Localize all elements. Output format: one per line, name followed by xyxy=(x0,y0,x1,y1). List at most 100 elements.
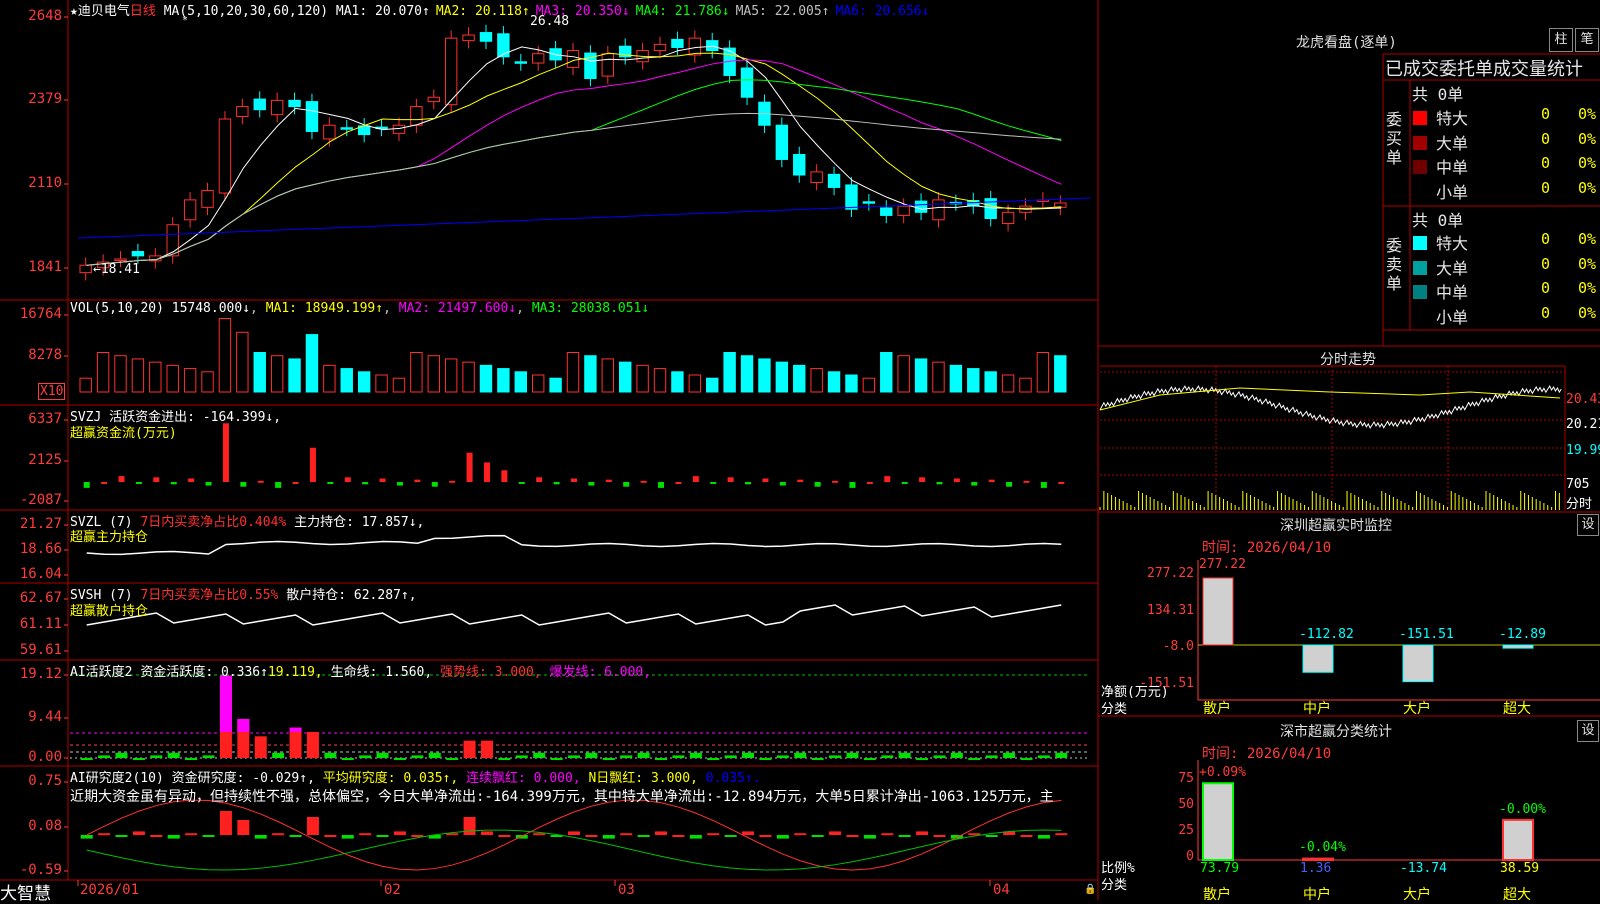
candle xyxy=(270,99,284,116)
sz-value: 277.22 xyxy=(1199,557,1246,572)
ma-line xyxy=(86,79,1062,266)
period-label[interactable]: 日线 xyxy=(130,4,156,19)
flow-bar xyxy=(275,482,282,488)
flow-bar xyxy=(953,478,960,482)
vol-bar xyxy=(914,358,928,393)
star-icon[interactable]: ★ xyxy=(70,4,78,19)
candle xyxy=(653,43,667,52)
ma-value-2: MA2: 20.118↑ xyxy=(435,4,530,19)
vol-bar xyxy=(636,364,649,393)
cls-category: 中户 xyxy=(1303,887,1331,903)
vol-bar xyxy=(514,371,527,393)
sz-settings-button[interactable]: 设 xyxy=(1577,514,1599,536)
ytick: 16.04 xyxy=(19,566,62,582)
cls-ytick: 75 xyxy=(1178,771,1194,786)
candle xyxy=(845,184,858,210)
ytick: 61.11 xyxy=(19,616,62,632)
activity-bar xyxy=(167,752,180,758)
candle xyxy=(305,101,319,132)
flow-bar xyxy=(170,482,177,485)
activity-bar xyxy=(132,758,145,760)
vol-bar xyxy=(375,374,388,393)
research-bar xyxy=(568,831,580,835)
flow-bar xyxy=(675,482,682,484)
activity-bar xyxy=(359,755,372,758)
research-bar xyxy=(742,831,755,835)
vol-bar xyxy=(392,377,406,393)
research-bar xyxy=(620,833,633,836)
svzl-sub: 超赢主力持仓 xyxy=(70,530,149,545)
cls-bottom-value: 38.59 xyxy=(1500,861,1540,876)
flow-bar xyxy=(727,477,734,482)
flow-bar xyxy=(135,482,142,484)
activity-bar xyxy=(672,755,685,758)
activity-bar xyxy=(202,755,215,758)
activity-bar xyxy=(846,752,859,758)
chart-canvas[interactable] xyxy=(0,0,1600,900)
research-bar xyxy=(237,820,250,835)
vol-unit-button[interactable]: X10 xyxy=(38,383,66,400)
cls-stats-title: 深市超赢分类统计 xyxy=(1280,724,1392,740)
research-bar xyxy=(254,835,267,839)
svsh-sub: 超赢散户持仓 xyxy=(70,604,149,619)
vol-bar xyxy=(810,368,823,393)
max-price-label: 26.48 xyxy=(530,14,570,29)
activity-burst xyxy=(289,727,302,732)
vol-bar xyxy=(149,361,162,393)
cls-bottom-value: 73.79 xyxy=(1200,861,1240,876)
vol-bar xyxy=(584,355,597,393)
main-header: ★迪贝电气日线 MA(5,10,20,30,60,120) MA1: 20.07… xyxy=(70,0,935,19)
ytick: 8278 xyxy=(28,347,62,363)
vol-bar xyxy=(897,355,910,393)
research-bar xyxy=(811,835,824,837)
flow-bar xyxy=(779,482,786,486)
vol-bar xyxy=(827,371,841,393)
cls-settings-button[interactable]: 设 xyxy=(1577,720,1599,742)
vol-bar xyxy=(323,364,336,393)
row-pct: 0% xyxy=(1578,129,1597,148)
row-swatch xyxy=(1413,260,1427,275)
ytick: 2379 xyxy=(28,91,62,107)
research-bar xyxy=(359,833,372,836)
row-pct: 0% xyxy=(1578,254,1597,273)
candle xyxy=(462,34,475,42)
flow-bar xyxy=(814,482,821,487)
ytick: 21.27 xyxy=(19,516,62,532)
flow-bar xyxy=(101,482,108,484)
vol-bar xyxy=(740,355,754,393)
bar-mode-button[interactable]: 柱 xyxy=(1549,28,1573,52)
candle xyxy=(497,33,510,58)
stock-name[interactable]: 迪贝电气 xyxy=(78,4,130,19)
flow-bar xyxy=(257,480,264,483)
candle xyxy=(706,40,719,52)
ytick: 18.66 xyxy=(19,541,62,557)
ytick: 19.12 xyxy=(19,666,62,682)
candle xyxy=(688,37,702,56)
sz-value: -12.89 xyxy=(1499,627,1546,642)
activity-bar xyxy=(463,740,476,758)
table-title: 已成交委托单成交量统计 xyxy=(1385,59,1583,80)
sz-category: 中户 xyxy=(1303,701,1331,717)
star-mark: * xyxy=(182,15,189,26)
research-bar xyxy=(1020,835,1033,837)
flow-bar xyxy=(501,470,508,482)
candle xyxy=(253,98,266,111)
flow-bar xyxy=(762,478,769,482)
research-bar xyxy=(829,831,842,835)
vol-bar xyxy=(479,364,493,393)
lock-icon[interactable]: 🔒 xyxy=(1084,884,1096,895)
ytick: -0.59 xyxy=(19,862,62,878)
vol-bar xyxy=(601,358,615,393)
research-bar xyxy=(80,835,93,839)
sz-ytick: 277.22 xyxy=(1147,566,1194,581)
research-bar xyxy=(898,835,911,837)
sz-bar xyxy=(1302,644,1334,673)
ytick: 2110 xyxy=(28,175,62,191)
candle xyxy=(323,124,336,140)
row-name: 大单 xyxy=(1436,133,1469,153)
row-name: 特大 xyxy=(1436,234,1469,253)
tick-mode-button[interactable]: 笔 xyxy=(1575,28,1599,52)
candle xyxy=(566,50,580,68)
flow-bar xyxy=(1058,482,1065,484)
activity-bar xyxy=(602,758,615,760)
